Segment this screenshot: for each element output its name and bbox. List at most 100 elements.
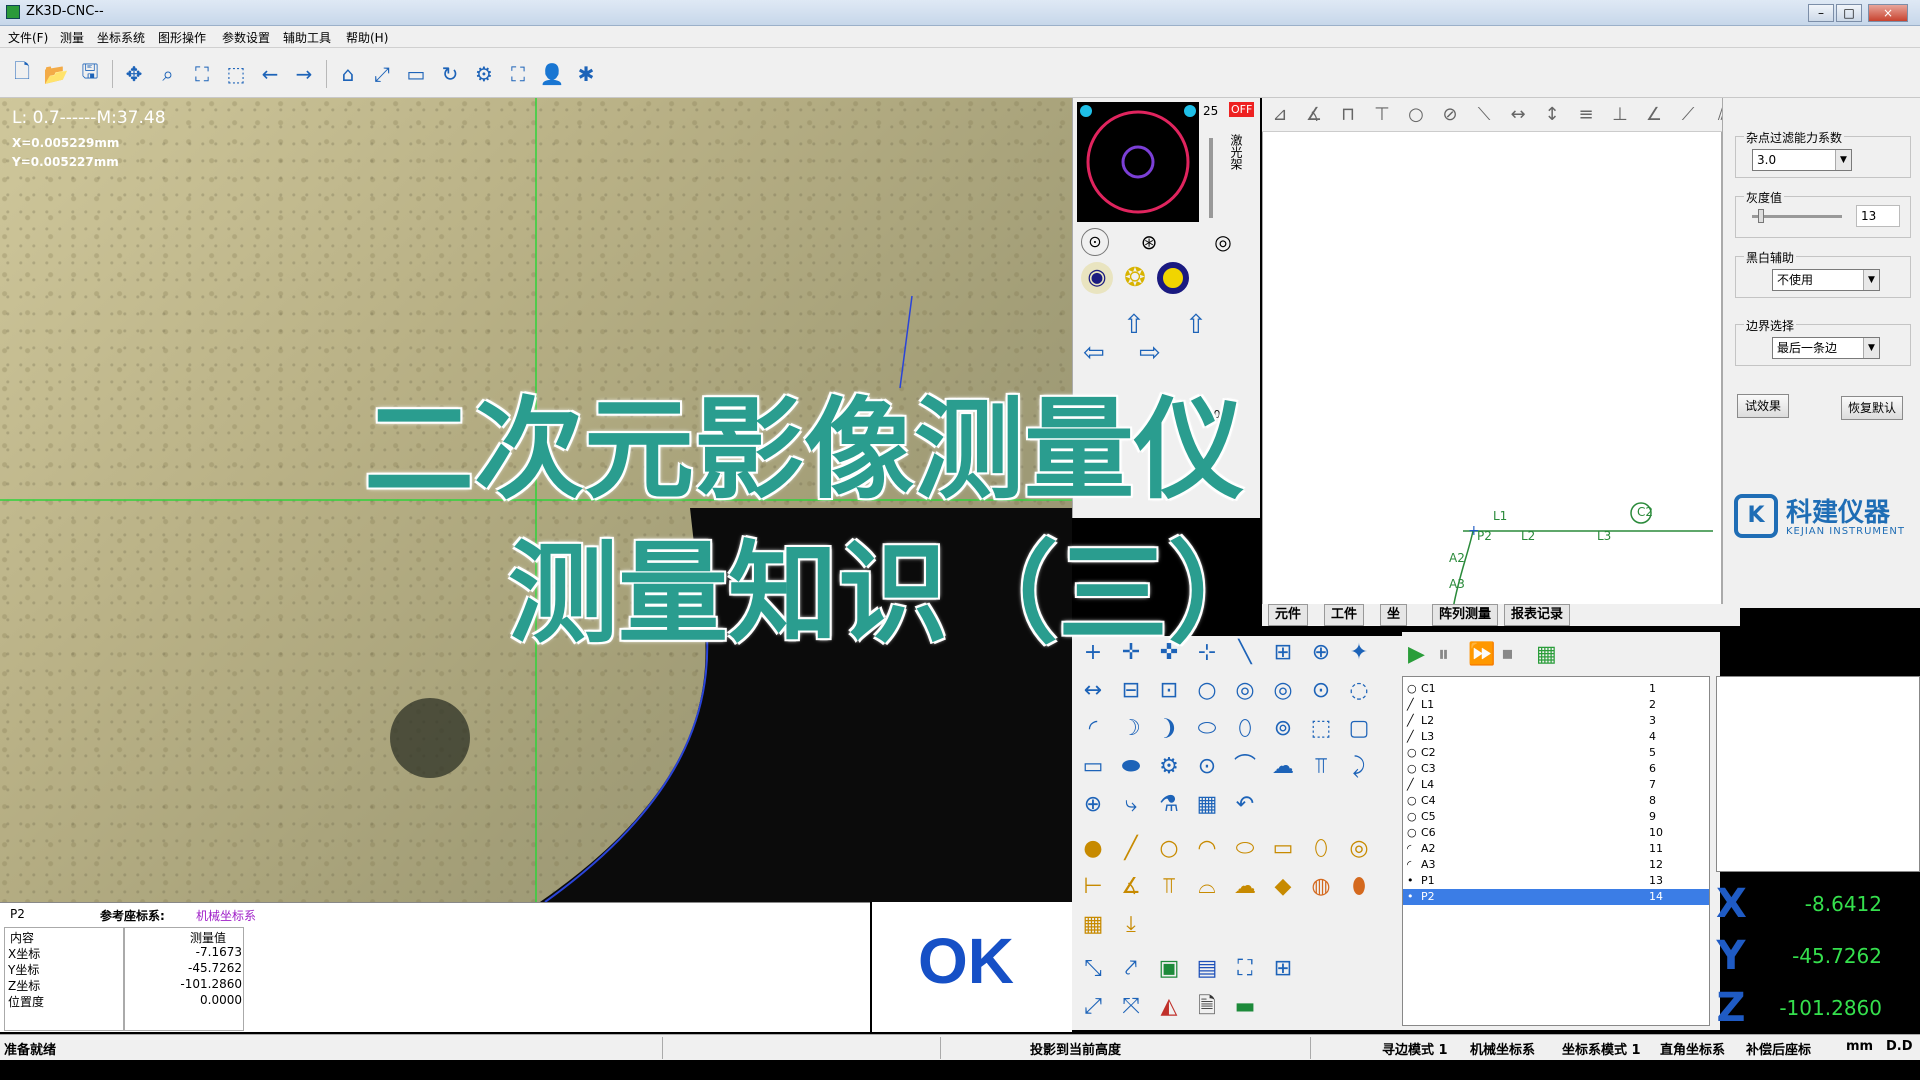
select-frame-icon[interactable]: ⛶ xyxy=(1228,952,1262,986)
ellipse-ring-icon[interactable]: ⬯ xyxy=(1228,712,1262,746)
dim-width-icon[interactable]: ⊢ xyxy=(1076,870,1110,904)
dro-y-half-button[interactable]: 1/2 xyxy=(1892,932,1918,980)
circle-line-tool-icon[interactable]: ⊘ xyxy=(1436,102,1464,128)
surface-light-icon[interactable]: ◉ xyxy=(1081,262,1113,294)
draw-circle-icon[interactable]: ○ xyxy=(1152,832,1186,866)
close-button[interactable]: × xyxy=(1868,4,1908,22)
draw-ellipse-icon[interactable]: ⬭ xyxy=(1228,832,1262,866)
forward-arrow-icon[interactable]: → xyxy=(290,60,318,88)
play-icon[interactable]: ▶ xyxy=(1408,642,1425,667)
draw-rect-icon[interactable]: ▭ xyxy=(1266,832,1300,866)
fullscreen-icon[interactable]: ⛶ xyxy=(504,60,532,88)
height-tool-icon[interactable]: ⊤ xyxy=(1368,102,1396,128)
coaxial-light-icon[interactable]: ⊙ xyxy=(1081,228,1109,256)
gear-shape-icon[interactable]: ⚙ xyxy=(1152,750,1186,784)
angle-line-tool-icon[interactable]: ∠ xyxy=(1640,102,1668,128)
dim-angle-icon[interactable]: ∡ xyxy=(1114,870,1148,904)
menu-graphics[interactable]: 图形操作 xyxy=(158,29,206,46)
stop-icon[interactable]: ⏹ xyxy=(1502,642,1513,667)
laser-slider[interactable] xyxy=(1209,138,1213,218)
gray-slider[interactable] xyxy=(1752,215,1842,218)
list-item[interactable]: • P1 13 xyxy=(1403,873,1709,889)
gear-icon[interactable]: ⚙ xyxy=(470,60,498,88)
back-arrow-icon[interactable]: ← xyxy=(256,60,284,88)
new-file-icon[interactable]: 🗋 xyxy=(8,59,36,88)
menu-coord-system[interactable]: 坐标系统 xyxy=(97,29,145,46)
probe-icon[interactable]: ⤷ xyxy=(1114,788,1148,822)
circle-icon[interactable]: ○ xyxy=(1190,674,1224,708)
coord-shift-icon[interactable]: ⤧ xyxy=(1114,990,1148,1024)
excel-icon[interactable]: ▣ xyxy=(1152,952,1186,986)
list-item[interactable]: ○ C5 9 xyxy=(1403,809,1709,825)
star-frame-icon[interactable]: ✦ xyxy=(1342,636,1376,670)
menu-help[interactable]: 帮助(H) xyxy=(346,29,388,46)
contour-icon[interactable]: ⌒ xyxy=(1228,750,1262,784)
zoom-window-icon[interactable]: ⬚ xyxy=(222,60,250,88)
box-line-icon[interactable]: ⊟ xyxy=(1114,674,1148,708)
arc-right-icon[interactable]: ❩ xyxy=(1152,712,1186,746)
tab-array-measure[interactable]: 阵列测量 xyxy=(1432,604,1499,626)
move-icon[interactable]: ✥ xyxy=(120,60,148,88)
list-item[interactable]: ╱ L3 4 xyxy=(1403,729,1709,745)
target-icon[interactable]: ◎ xyxy=(1209,228,1237,256)
add-frame-icon[interactable]: ⊞ xyxy=(1266,952,1300,986)
diagonal-tool-icon[interactable]: ⟍ xyxy=(1470,102,1498,128)
calc-tool-icon[interactable]: ▦ xyxy=(1076,908,1110,942)
h-line-icon[interactable]: ↔ xyxy=(1076,674,1110,708)
ring-icon[interactable]: ◎ xyxy=(1266,674,1300,708)
list-item[interactable]: ○ C4 8 xyxy=(1403,793,1709,809)
v-distance-tool-icon[interactable]: ↕ xyxy=(1538,102,1566,128)
slot-icon[interactable]: ⬬ xyxy=(1114,750,1148,784)
circle-tool-icon[interactable]: ○ xyxy=(1402,102,1430,128)
noise-filter-select[interactable]: 3.0 ▼ xyxy=(1752,149,1852,171)
list-item[interactable]: ○ C6 10 xyxy=(1403,825,1709,841)
pdf-icon[interactable]: ◭ xyxy=(1152,990,1186,1024)
draw-arc-icon[interactable]: ◠ xyxy=(1190,832,1224,866)
angle-tool-icon[interactable]: ∡ xyxy=(1300,102,1328,128)
open-folder-icon[interactable]: 📂 xyxy=(42,60,70,88)
expand-icon[interactable]: ⤢ xyxy=(368,60,396,88)
save-icon[interactable]: 🖫 xyxy=(76,59,104,88)
tab-coord[interactable]: 坐 xyxy=(1380,604,1408,626)
ring-light-preview[interactable] xyxy=(1077,102,1199,222)
fit-view-icon[interactable]: ⛶ xyxy=(188,60,216,88)
list-item[interactable]: ○ C3 6 xyxy=(1403,761,1709,777)
tab-report[interactable]: 报表记录 xyxy=(1504,604,1571,626)
height-gauge-icon[interactable]: ⫪ xyxy=(1304,750,1338,784)
parallel-tool-icon[interactable]: ≡ xyxy=(1572,102,1600,128)
list-item[interactable]: ╱ L1 2 xyxy=(1403,697,1709,713)
coord-origin-icon[interactable]: ⤡ xyxy=(1076,952,1110,986)
triangle-tool-icon[interactable]: ⊿ xyxy=(1266,102,1294,128)
document-icon[interactable]: 🗎 xyxy=(1190,990,1224,1024)
perpendicular-tool-icon[interactable]: ⊥ xyxy=(1606,102,1634,128)
menu-file[interactable]: 文件(F) xyxy=(8,29,48,46)
rounded-rect-icon[interactable]: ▭ xyxy=(1076,750,1110,784)
half-arc-icon[interactable]: ☽ xyxy=(1114,712,1148,746)
list-item[interactable]: ◜ A2 11 xyxy=(1403,841,1709,857)
dro-x-half-button[interactable]: 1/2 xyxy=(1892,880,1918,928)
double-box-icon[interactable]: ⊡ xyxy=(1152,674,1186,708)
word-icon[interactable]: ▤ xyxy=(1190,952,1224,986)
fast-forward-icon[interactable]: ⏩ xyxy=(1468,642,1495,667)
refresh-icon[interactable]: ↻ xyxy=(436,60,464,88)
list-item[interactable]: • P2 14 xyxy=(1403,889,1709,905)
arrow-down-tool-icon[interactable]: ⤓ xyxy=(1114,908,1148,942)
dro-z-half-button[interactable]: 1/2 xyxy=(1892,984,1918,1032)
gray-slider-thumb[interactable] xyxy=(1758,209,1764,223)
draw-line-icon[interactable]: ╱ xyxy=(1114,832,1148,866)
flask-icon[interactable]: ⚗ xyxy=(1152,788,1186,822)
rect-dashed-icon[interactable]: ⬚ xyxy=(1304,712,1338,746)
rect-icon[interactable]: ▢ xyxy=(1342,712,1376,746)
dim-cloud-icon[interactable]: ☁ xyxy=(1228,870,1262,904)
menu-measure[interactable]: 测量 xyxy=(60,29,84,46)
undo-icon[interactable]: ↶ xyxy=(1228,788,1262,822)
list-item[interactable]: ╱ L4 7 xyxy=(1403,777,1709,793)
menu-params[interactable]: 参数设置 xyxy=(222,29,270,46)
h-distance-tool-icon[interactable]: ↔ xyxy=(1504,102,1532,128)
pause-icon[interactable]: ⏸ xyxy=(1438,642,1449,667)
bw-assist-select[interactable]: 不使用 ▼ xyxy=(1772,269,1880,291)
maximize-button[interactable]: □ xyxy=(1836,4,1862,22)
list-item[interactable]: ○ C1 1 xyxy=(1403,681,1709,697)
puzzle-icon[interactable]: ✱ xyxy=(572,60,600,88)
user-icon[interactable]: 👤 xyxy=(538,60,566,88)
